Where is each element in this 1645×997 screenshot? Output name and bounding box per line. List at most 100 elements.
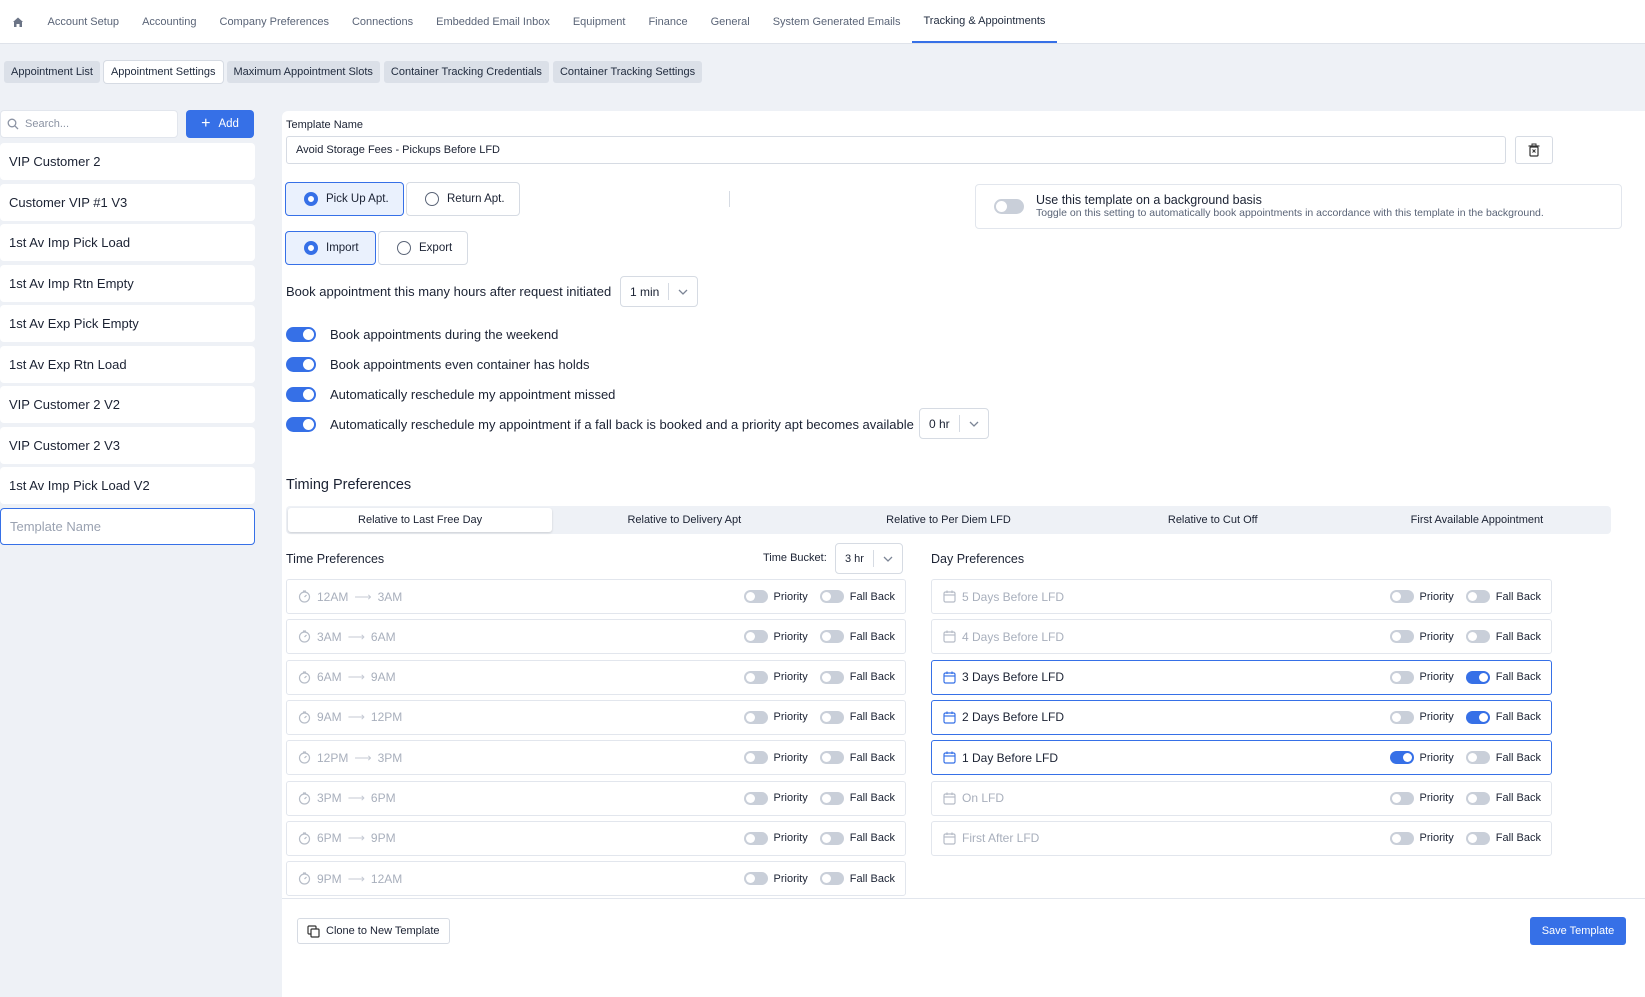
timing-tab-relative-to-delivery-apt[interactable]: Relative to Delivery Apt xyxy=(552,508,816,532)
search-input[interactable]: Search... xyxy=(0,110,178,138)
priority-toggle[interactable] xyxy=(1389,791,1414,805)
calendar-icon xyxy=(942,831,956,845)
tab-company-preferences[interactable]: Company Preferences xyxy=(208,0,340,43)
time-bucket-select[interactable]: 3 hr xyxy=(835,543,903,574)
fallback-toggle[interactable] xyxy=(819,710,844,724)
fallback-toggle[interactable] xyxy=(819,670,844,684)
template-list-item[interactable]: 1st Av Imp Pick Load V2 xyxy=(0,467,255,504)
tab-system-generated-emails[interactable]: System Generated Emails xyxy=(761,0,912,43)
new-template-placeholder: Template Name xyxy=(10,518,102,534)
background-toggle[interactable] xyxy=(994,199,1024,214)
template-list-item[interactable]: VIP Customer 2 V2 xyxy=(0,386,255,423)
priority-label: Priority xyxy=(1419,711,1454,724)
background-subtitle: Toggle on this setting to automatically … xyxy=(1036,207,1544,219)
timing-tab-relative-to-per-diem-lfd[interactable]: Relative to Per Diem LFD xyxy=(816,508,1080,532)
setting-toggle[interactable] xyxy=(286,357,316,372)
template-list-item[interactable]: VIP Customer 2 V3 xyxy=(0,426,255,464)
priority-label: Priority xyxy=(1419,630,1454,643)
priority-toggle[interactable] xyxy=(1389,831,1414,845)
day-label: On LFD xyxy=(962,791,1005,805)
add-template-button[interactable]: + Add xyxy=(186,110,254,138)
priority-fallback-switches: Priority Fall Back xyxy=(1389,791,1541,805)
fallback-toggle[interactable] xyxy=(1465,751,1490,765)
fallback-toggle[interactable] xyxy=(819,872,844,886)
fallback-toggle[interactable] xyxy=(1465,710,1490,724)
priority-fallback-switches: Priority Fall Back xyxy=(743,630,895,644)
clock-icon xyxy=(297,831,311,845)
tab-finance[interactable]: Finance xyxy=(637,0,699,43)
timing-tab-first-available-appointment[interactable]: First Available Appointment xyxy=(1345,508,1609,532)
priority-toggle[interactable] xyxy=(743,590,768,603)
chevron-down-icon xyxy=(958,415,988,432)
priority-toggle[interactable] xyxy=(1389,590,1414,603)
fallback-toggle[interactable] xyxy=(819,791,844,805)
home-icon[interactable] xyxy=(0,0,36,43)
priority-toggle[interactable] xyxy=(1389,710,1414,724)
calendar-icon xyxy=(942,670,956,684)
subtab-appointment-list[interactable]: Appointment List xyxy=(4,61,100,83)
timing-tab-relative-to-cut-off[interactable]: Relative to Cut Off xyxy=(1081,508,1345,532)
setting-label: Automatically reschedule my appointment … xyxy=(330,417,914,432)
fallback-toggle[interactable] xyxy=(1465,590,1490,603)
priority-toggle[interactable] xyxy=(1389,630,1414,644)
time-from: 9PM xyxy=(317,871,342,886)
template-list-item[interactable]: 1st Av Imp Pick Load xyxy=(0,224,255,261)
priority-toggle[interactable] xyxy=(743,791,768,805)
subtab-container-tracking-settings[interactable]: Container Tracking Settings xyxy=(552,61,703,83)
subtab-maximum-appointment-slots[interactable]: Maximum Appointment Slots xyxy=(226,61,380,83)
setting-toggle[interactable] xyxy=(286,387,316,402)
tab-embedded-email-inbox[interactable]: Embedded Email Inbox xyxy=(425,0,562,43)
day-label: 1 Day Before LFD xyxy=(962,750,1059,765)
template-list-item[interactable]: 1st Av Imp Rtn Empty xyxy=(0,264,255,302)
fallback-toggle[interactable] xyxy=(1465,670,1490,684)
fallback-toggle[interactable] xyxy=(1465,791,1490,805)
priority-toggle[interactable] xyxy=(743,670,768,684)
priority-toggle[interactable] xyxy=(1389,670,1414,684)
tab-account-setup[interactable]: Account Setup xyxy=(36,0,131,43)
time-range: 12PM ⟶ 3PM xyxy=(317,751,744,765)
book-hours-value: 1 min xyxy=(630,284,660,299)
priority-toggle[interactable] xyxy=(743,831,768,845)
priority-toggle[interactable] xyxy=(743,630,768,644)
priority-toggle[interactable] xyxy=(743,710,768,724)
delete-template-button[interactable] xyxy=(1515,136,1553,164)
tab-connections[interactable]: Connections xyxy=(340,0,424,43)
return-apt-radio[interactable]: Return Apt. xyxy=(406,182,520,216)
setting-toggle[interactable] xyxy=(286,417,316,432)
fallback-toggle[interactable] xyxy=(819,831,844,845)
subtab-appointment-settings[interactable]: Appointment Settings xyxy=(103,61,223,83)
pickup-apt-radio[interactable]: Pick Up Apt. xyxy=(285,182,404,216)
fallback-toggle[interactable] xyxy=(819,751,844,765)
priority-label: Priority xyxy=(773,711,808,724)
priority-toggle[interactable] xyxy=(1389,751,1414,765)
book-hours-select[interactable]: 1 min xyxy=(620,276,699,307)
priority-toggle[interactable] xyxy=(743,872,768,886)
fallback-toggle[interactable] xyxy=(819,630,844,644)
clock-icon xyxy=(297,751,311,765)
template-list-item[interactable]: VIP Customer 2 xyxy=(0,143,255,180)
save-template-button[interactable]: Save Template xyxy=(1530,917,1626,945)
clone-template-button[interactable]: Clone to New Template xyxy=(297,918,450,944)
new-template-name-input[interactable]: Template Name xyxy=(0,507,255,545)
reschedule-hours-select[interactable]: 0 hr xyxy=(919,408,989,439)
fallback-toggle[interactable] xyxy=(819,590,844,603)
tab-accounting[interactable]: Accounting xyxy=(131,0,208,43)
template-list-item[interactable]: 1st Av Exp Rtn Load xyxy=(0,345,255,383)
timing-tab-relative-to-last-free-day[interactable]: Relative to Last Free Day xyxy=(288,508,553,532)
template-list-item[interactable]: Customer VIP #1 V3 xyxy=(0,183,255,221)
template-name-input[interactable]: Avoid Storage Fees - Pickups Before LFD xyxy=(286,136,1506,164)
tab-equipment[interactable]: Equipment xyxy=(561,0,637,43)
setting-toggle[interactable] xyxy=(286,327,316,342)
export-radio[interactable]: Export xyxy=(378,231,468,265)
chevron-down-icon xyxy=(872,550,902,567)
fallback-toggle[interactable] xyxy=(1465,630,1490,644)
import-radio[interactable]: Import xyxy=(285,231,376,265)
priority-toggle[interactable] xyxy=(743,751,768,765)
template-list-item[interactable]: 1st Av Exp Pick Empty xyxy=(0,305,255,342)
fallback-toggle[interactable] xyxy=(1465,831,1490,845)
priority-fallback-switches: Priority Fall Back xyxy=(1389,630,1541,644)
subtab-container-tracking-credentials[interactable]: Container Tracking Credentials xyxy=(383,61,549,83)
tab-general[interactable]: General xyxy=(699,0,761,43)
tab-tracking-appointments[interactable]: Tracking & Appointments xyxy=(912,0,1057,43)
day-preference-row: On LFD Priority Fall Back xyxy=(931,780,1552,816)
